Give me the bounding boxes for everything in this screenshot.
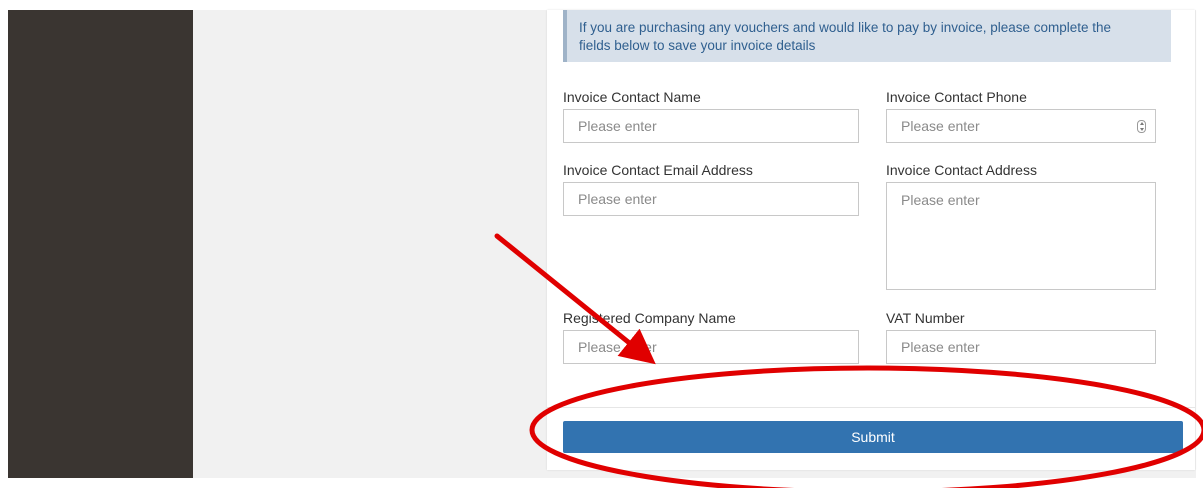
invoice-contact-address-placeholder: Please enter — [901, 192, 980, 208]
vat-number-placeholder: Please enter — [901, 339, 980, 355]
submit-button[interactable]: Submit — [563, 421, 1183, 453]
form-footer-divider — [547, 407, 1195, 408]
invoice-contact-email-input[interactable]: Please enter — [563, 182, 859, 216]
invoice-contact-phone-placeholder: Please enter — [901, 118, 980, 134]
invoice-contact-email-placeholder: Please enter — [578, 191, 657, 207]
page-root: If you are purchasing any vouchers and w… — [0, 0, 1203, 488]
invoice-contact-address-label: Invoice Contact Address — [886, 162, 1037, 178]
vat-number-label: VAT Number — [886, 310, 965, 326]
invoice-form-panel: If you are purchasing any vouchers and w… — [547, 10, 1195, 470]
invoice-contact-name-label: Invoice Contact Name — [563, 89, 701, 105]
dark-sidebar — [8, 10, 193, 478]
invoice-contact-phone-input[interactable]: Please enter — [886, 109, 1156, 143]
registered-company-name-label: Registered Company Name — [563, 310, 736, 326]
vat-number-input[interactable]: Please enter — [886, 330, 1156, 364]
invoice-contact-name-input[interactable]: Please enter — [563, 109, 859, 143]
registered-company-name-placeholder: Please enter — [578, 339, 657, 355]
registered-company-name-input[interactable]: Please enter — [563, 330, 859, 364]
invoice-info-line-1: If you are purchasing any vouchers and w… — [579, 20, 1112, 35]
invoice-contact-name-placeholder: Please enter — [578, 118, 657, 134]
invoice-contact-address-textarea[interactable]: Please enter — [886, 182, 1156, 290]
number-spinner-icon[interactable] — [1137, 120, 1146, 133]
invoice-contact-phone-label: Invoice Contact Phone — [886, 89, 1027, 105]
invoice-contact-email-label: Invoice Contact Email Address — [563, 162, 753, 178]
invoice-info-line-2: fields below to save your invoice detail… — [579, 38, 816, 53]
invoice-info-notice: If you are purchasing any vouchers and w… — [563, 10, 1171, 62]
